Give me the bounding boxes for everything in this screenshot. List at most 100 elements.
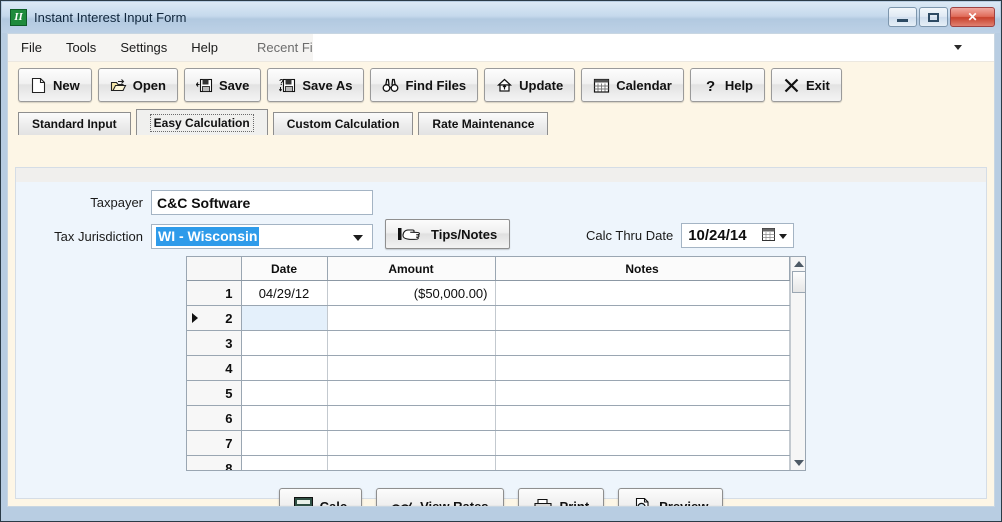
printer-icon	[533, 498, 552, 506]
maximize-icon	[928, 12, 939, 22]
title-bar: II Instant Interest Input Form ✕	[2, 2, 1000, 33]
app-icon: II	[10, 9, 27, 26]
scrollbar-thumb[interactable]	[792, 271, 805, 293]
preview-button[interactable]: Preview	[618, 488, 724, 507]
update-button[interactable]: Update	[484, 68, 576, 102]
row-header[interactable]: 3	[187, 330, 242, 356]
cell-amount[interactable]	[327, 355, 496, 381]
minimize-icon	[897, 18, 908, 22]
column-header-notes[interactable]: Notes	[495, 257, 790, 281]
tax-jurisdiction-value: WI - Wisconsin	[156, 227, 260, 246]
row-header[interactable]: 6	[187, 405, 242, 431]
find-files-button[interactable]: Find Files	[370, 68, 479, 102]
row-header-current[interactable]: 2	[187, 305, 242, 331]
table-row[interactable]: 3	[187, 330, 790, 356]
glasses-icon	[392, 501, 413, 506]
column-header-amount[interactable]: Amount	[327, 257, 496, 281]
menu-item-file[interactable]: File	[10, 37, 53, 58]
table-row[interactable]: 8	[187, 455, 790, 470]
binoculars-icon	[383, 78, 399, 92]
menu-bar: File Tools Settings Help Recent Files:	[8, 34, 994, 62]
menu-item-tools[interactable]: Tools	[55, 37, 107, 58]
exit-button-label: Exit	[806, 77, 830, 93]
cell-notes[interactable]	[495, 305, 790, 331]
cell-date[interactable]: 04/29/12	[241, 280, 328, 306]
row-header[interactable]: 4	[187, 355, 242, 381]
table-row[interactable]: 5	[187, 380, 790, 406]
print-button[interactable]: Print	[517, 488, 605, 506]
calc-thru-date-input[interactable]: 10/24/14	[681, 223, 795, 248]
cell-notes[interactable]	[495, 280, 790, 306]
tax-jurisdiction-combobox[interactable]: WI - Wisconsin	[151, 224, 373, 249]
close-button[interactable]: ✕	[950, 7, 995, 27]
preview-button-label: Preview	[659, 499, 709, 507]
maximize-button[interactable]	[919, 7, 948, 27]
cell-amount[interactable]	[327, 305, 496, 331]
new-document-icon	[31, 77, 46, 93]
new-button[interactable]: New	[18, 68, 92, 102]
cell-amount[interactable]	[327, 455, 496, 470]
cell-notes[interactable]	[495, 430, 790, 456]
recent-files-combobox[interactable]	[313, 34, 994, 61]
cell-notes[interactable]	[495, 380, 790, 406]
cell-notes[interactable]	[495, 455, 790, 470]
row-header[interactable]: 7	[187, 430, 242, 456]
calc-button[interactable]: Calc	[278, 488, 363, 507]
cell-date[interactable]	[241, 305, 328, 331]
exit-button[interactable]: Exit	[771, 68, 842, 102]
save-button[interactable]: Save	[183, 68, 262, 102]
cell-amount[interactable]	[327, 380, 496, 406]
cell-date[interactable]	[241, 355, 328, 381]
tab-easy-calculation[interactable]: Easy Calculation	[135, 109, 268, 135]
view-rates-button[interactable]: View Rates	[376, 488, 504, 506]
table-row[interactable]: 2	[187, 305, 790, 331]
cell-date[interactable]	[241, 405, 328, 431]
help-button[interactable]: ? Help	[689, 68, 765, 102]
calc-button-label: Calc	[319, 499, 348, 507]
row-header[interactable]: 5	[187, 380, 242, 406]
grid-vertical-scrollbar[interactable]	[789, 257, 805, 470]
main-toolbar: New Open Save ? Save As Find Files Updat…	[8, 62, 994, 108]
save-as-button[interactable]: ? Save As	[267, 68, 365, 102]
open-button[interactable]: Open	[97, 68, 178, 102]
table-row[interactable]: 6	[187, 405, 790, 431]
tab-standard-input[interactable]: Standard Input	[18, 112, 131, 135]
cell-notes[interactable]	[495, 355, 790, 381]
cell-amount[interactable]	[327, 330, 496, 356]
cell-date[interactable]	[241, 330, 328, 356]
table-row[interactable]: 7	[187, 430, 790, 456]
open-button-label: Open	[132, 77, 166, 93]
window-title: Instant Interest Input Form	[34, 10, 187, 25]
tab-rate-maintenance-label: Rate Maintenance	[432, 117, 535, 131]
jurisdiction-field-row: Tax Jurisdiction WI - Wisconsin	[16, 224, 386, 249]
scroll-down-icon[interactable]	[794, 460, 804, 466]
cell-amount[interactable]	[327, 430, 496, 456]
chevron-down-icon	[779, 233, 788, 239]
transactions-grid[interactable]: Date Amount Notes 1 04/29/12 ($50,000.00…	[186, 256, 806, 471]
minimize-button[interactable]	[888, 7, 917, 27]
column-header-date[interactable]: Date	[241, 257, 328, 281]
cell-date[interactable]	[241, 380, 328, 406]
menu-item-settings[interactable]: Settings	[109, 37, 178, 58]
tab-custom-calculation[interactable]: Custom Calculation	[272, 112, 414, 135]
taxpayer-input[interactable]: C&C Software	[151, 190, 373, 215]
scroll-up-icon[interactable]	[794, 261, 804, 267]
tab-rate-maintenance[interactable]: Rate Maintenance	[418, 112, 549, 135]
cell-amount[interactable]: ($50,000.00)	[327, 280, 496, 306]
tax-jurisdiction-label: Tax Jurisdiction	[54, 229, 143, 244]
menu-item-help[interactable]: Help	[180, 37, 229, 58]
tips-notes-label: Tips/Notes	[431, 226, 498, 242]
row-header[interactable]: 1	[187, 280, 242, 306]
find-files-button-label: Find Files	[405, 77, 467, 93]
table-row[interactable]: 4	[187, 355, 790, 381]
cell-notes[interactable]	[495, 330, 790, 356]
tips-notes-button[interactable]: Tips/Notes	[385, 219, 511, 249]
cell-date[interactable]	[241, 430, 328, 456]
table-row[interactable]: 1 04/29/12 ($50,000.00)	[187, 280, 790, 306]
row-header[interactable]: 8	[187, 455, 242, 470]
open-folder-icon	[110, 78, 127, 91]
cell-date[interactable]	[241, 455, 328, 470]
calendar-button[interactable]: Calendar	[581, 68, 684, 102]
cell-notes[interactable]	[495, 405, 790, 431]
cell-amount[interactable]	[327, 405, 496, 431]
